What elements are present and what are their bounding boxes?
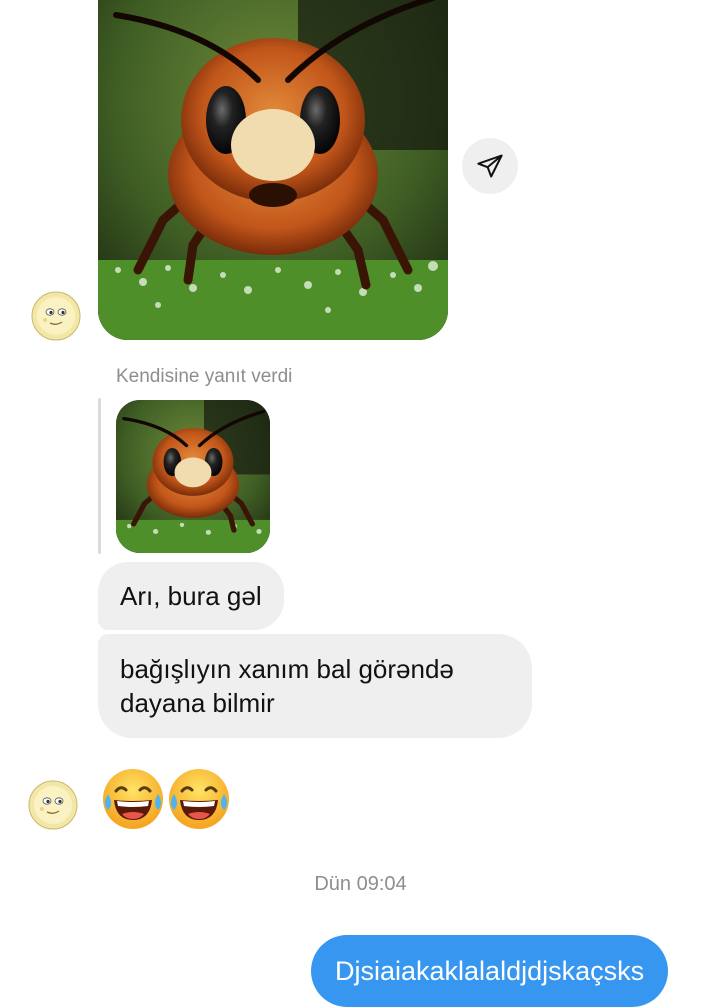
share-button[interactable] (462, 138, 518, 194)
bee-thumbnail-image (116, 400, 270, 553)
sent-message-bubble[interactable]: Djsiaiakaklalaldjdjskaçsks (311, 935, 669, 1007)
avatar[interactable] (28, 780, 78, 830)
avatar[interactable] (31, 291, 81, 341)
photo-message[interactable] (98, 0, 448, 340)
bee-image (98, 0, 448, 340)
replied-photo-thumbnail[interactable] (116, 400, 270, 553)
laughing-tears-emoji-icon[interactable] (100, 766, 166, 832)
moon-face-avatar-icon (31, 291, 81, 341)
timestamp: Dün 09:04 (314, 873, 407, 895)
reply-label: Kendisine yanıt verdi (116, 366, 293, 387)
message-bubble[interactable]: Arı, bura gəl (98, 562, 284, 630)
moon-face-avatar-icon (28, 780, 78, 830)
paper-plane-icon (477, 154, 503, 178)
laughing-tears-emoji-icon[interactable] (166, 766, 232, 832)
reply-indicator-bar (98, 398, 101, 554)
message-bubble[interactable]: bağışlıyın xanım bal görəndə dayana bilm… (98, 634, 532, 738)
